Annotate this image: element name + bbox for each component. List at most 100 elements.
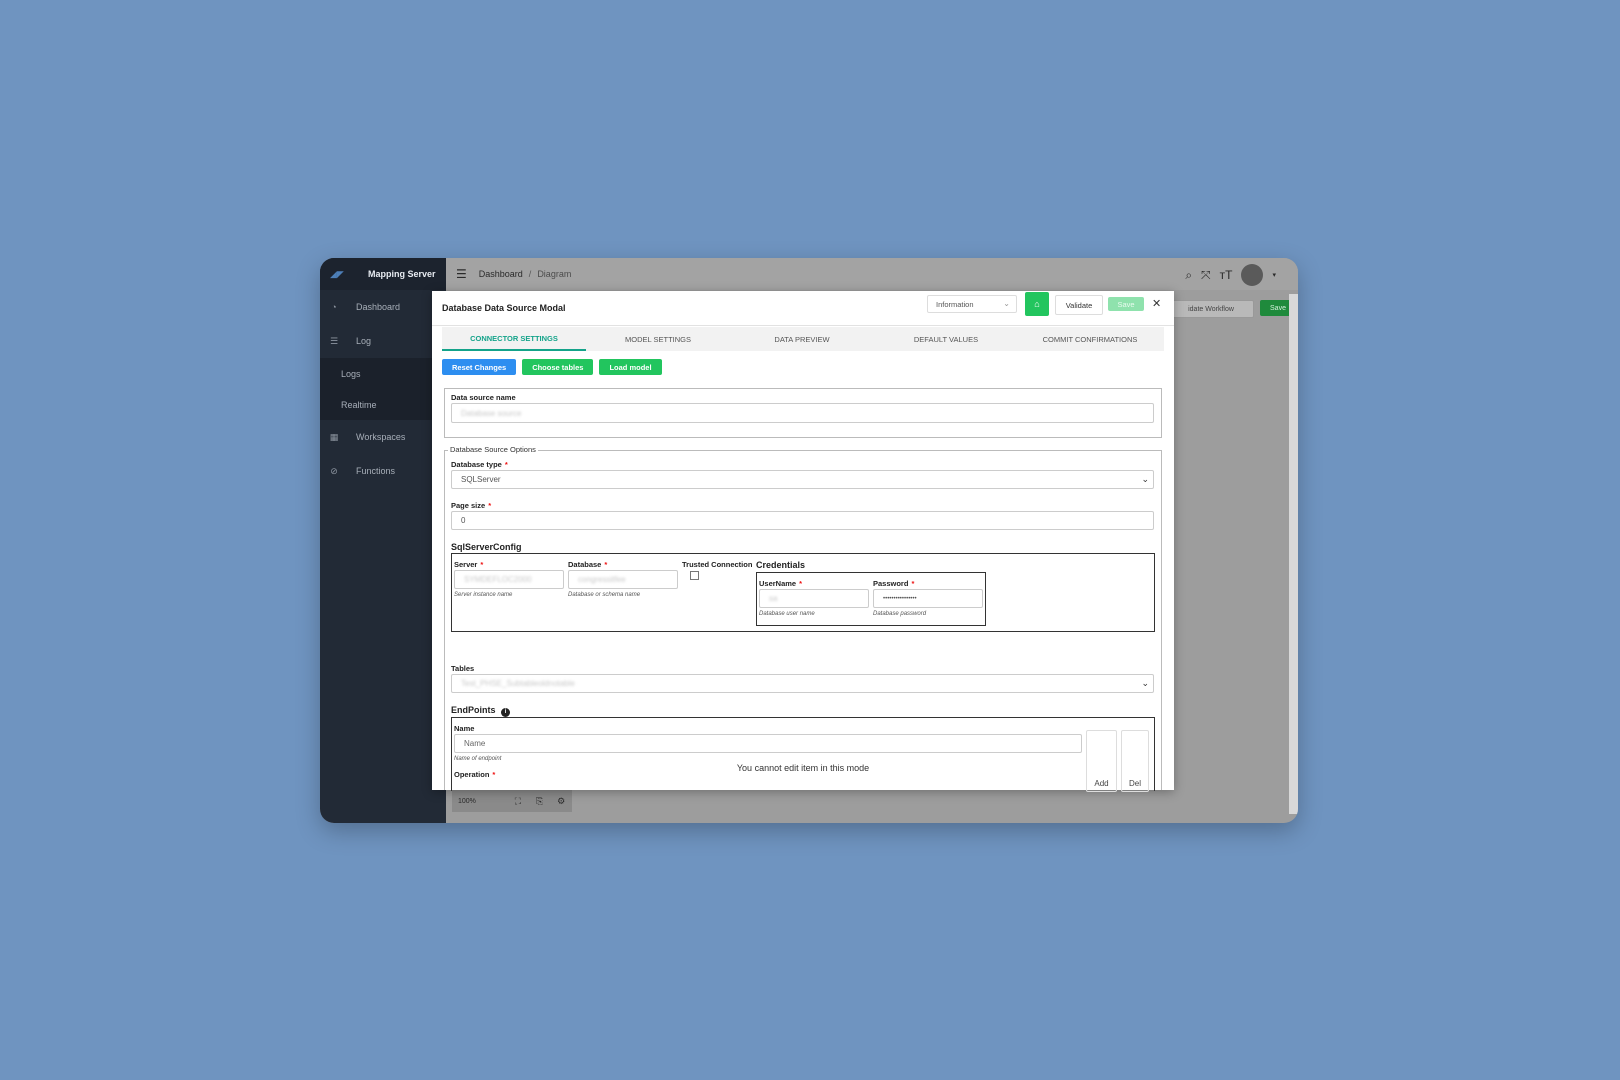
credentials-box: UserName * sa Database user name Password… xyxy=(756,572,986,626)
server-input[interactable]: SYMDEFLOC2000 xyxy=(454,570,564,589)
topbar-icons: ⌕ ⤧ ᴛT ▾ xyxy=(1185,264,1276,286)
sqlserver-config-title: SqlServerConfig xyxy=(451,542,522,552)
export-icon[interactable]: ⎘ xyxy=(529,796,551,807)
page-size-value: 0 xyxy=(461,516,466,525)
database-type-select[interactable]: SQLServer ⌄ xyxy=(451,470,1154,489)
server-label: Server * xyxy=(454,560,484,569)
sidebar-item-logs[interactable]: Logs xyxy=(320,358,446,389)
username-input[interactable]: sa xyxy=(759,589,869,608)
load-model-button[interactable]: Load model xyxy=(599,359,662,375)
username-label: UserName * xyxy=(759,579,803,588)
brand-name: Mapping Server xyxy=(368,269,436,279)
log-level-select[interactable]: Information ⌄ xyxy=(927,295,1017,313)
page-size-label: Page size * xyxy=(451,501,492,510)
validate-workflow-button[interactable]: idate Workflow xyxy=(1168,300,1254,318)
sqlserver-config-box: Server * SYMDEFLOC2000 Server instance na… xyxy=(451,553,1155,632)
endpoint-name-hint: Name of endpoint xyxy=(454,756,502,762)
text-size-icon[interactable]: ᴛT xyxy=(1220,268,1233,282)
add-endpoint-button[interactable]: Add xyxy=(1086,730,1117,792)
fullscreen-icon[interactable]: ⤧ xyxy=(1201,268,1211,283)
database-source-options: Database Source Options Database type * S… xyxy=(444,445,1162,792)
menu-icon[interactable]: ☰ xyxy=(456,267,467,281)
fit-screen-icon[interactable]: ⛶ xyxy=(507,796,529,807)
breadcrumb-dashboard[interactable]: Dashboard xyxy=(479,269,523,279)
endpoint-name-label: Name xyxy=(454,724,475,733)
zoom-level[interactable]: 100% xyxy=(452,798,507,805)
modal-title: Database Data Source Modal xyxy=(442,303,566,313)
chevron-down-icon: ⌄ xyxy=(1141,678,1149,688)
modal-tabs: CONNECTOR SETTINGS MODEL SETTINGS DATA P… xyxy=(442,327,1164,351)
username-value: sa xyxy=(769,594,778,603)
trusted-connection-checkbox[interactable] xyxy=(690,571,699,580)
sidebar-item-realtime[interactable]: Realtime xyxy=(320,389,446,420)
brand: ◢◤ Mapping Server xyxy=(320,258,446,290)
database-type-value: SQLServer xyxy=(461,475,501,484)
readonly-notice: You cannot edit item in this mode xyxy=(736,763,870,773)
modal-header: Database Data Source Modal Information ⌄… xyxy=(432,291,1174,326)
sidebar-item-workspaces[interactable]: ▦ Workspaces xyxy=(320,420,446,454)
grid-icon: ▦ xyxy=(329,431,339,442)
reset-changes-button[interactable]: Reset Changes xyxy=(442,359,517,375)
close-icon[interactable]: ✕ xyxy=(1152,297,1161,310)
tab-default-values[interactable]: DEFAULT VALUES xyxy=(874,327,1018,351)
info-icon[interactable]: i xyxy=(501,708,511,717)
endpoint-name-placeholder: Name xyxy=(464,739,486,748)
tables-value: Test_PHSE_Subtableoldnotable xyxy=(461,679,575,688)
password-hint: Database password xyxy=(873,611,927,617)
dashboard-icon: ◔ xyxy=(331,302,337,312)
tables-label: Tables xyxy=(451,664,475,673)
tab-data-preview[interactable]: DATA PREVIEW xyxy=(730,327,874,351)
zoom-toolbar: 100% ⛶ ⎘ ⚙ xyxy=(452,790,572,812)
sidebar-item-dashboard[interactable]: ◔ Dashboard xyxy=(320,290,446,324)
save-button[interactable]: Save xyxy=(1108,297,1144,311)
breadcrumb-separator: / xyxy=(528,269,532,279)
chevron-down-icon: ⌄ xyxy=(1141,474,1149,484)
chevron-down-icon: ⌄ xyxy=(1003,299,1010,308)
trusted-connection-label: Trusted Connection xyxy=(682,560,753,569)
function-icon: ⊘ xyxy=(330,465,338,476)
validate-button[interactable]: Validate xyxy=(1055,295,1103,315)
breadcrumb-diagram: Diagram xyxy=(537,269,572,279)
database-value: congressitfee xyxy=(578,575,626,584)
database-input[interactable]: congressitfee xyxy=(568,570,678,589)
topbar: ☰ Dashboard / Diagram ⌕ ⤧ ᴛT ▾ xyxy=(446,258,1298,290)
datasource-name-value: Database source xyxy=(461,408,522,418)
scrollbar[interactable] xyxy=(1289,294,1298,814)
sidebar-item-label: Log xyxy=(356,336,372,346)
datasource-name-input[interactable]: Database source xyxy=(451,403,1154,423)
tab-commit-confirmations[interactable]: COMMIT CONFIRMATIONS xyxy=(1018,327,1162,351)
password-value: •••••••••••••••• xyxy=(883,595,917,602)
sidebar-item-label: Dashboard xyxy=(356,302,401,312)
datasource-name-label: Data source name xyxy=(451,393,516,402)
password-input[interactable]: •••••••••••••••• xyxy=(873,589,983,608)
tab-model-settings[interactable]: MODEL SETTINGS xyxy=(586,327,730,351)
search-icon[interactable]: ⌕ xyxy=(1185,268,1192,283)
gear-icon[interactable]: ⚙ xyxy=(550,796,572,807)
logo-icon: ◢◤ xyxy=(330,269,344,279)
sidebar-item-functions[interactable]: ⊘ Functions xyxy=(320,454,446,488)
sidebar-item-label: Functions xyxy=(356,466,396,476)
datasource-name-box: Data source name Database source xyxy=(444,388,1162,438)
choose-tables-button[interactable]: Choose tables xyxy=(522,359,594,375)
username-hint: Database user name xyxy=(759,611,815,617)
home-button[interactable]: ⌂ xyxy=(1025,292,1049,316)
tab-connector-settings[interactable]: CONNECTOR SETTINGS xyxy=(442,327,586,351)
avatar-icon[interactable] xyxy=(1241,264,1264,286)
server-hint: Server instance name xyxy=(454,592,513,598)
password-label: Password * xyxy=(873,579,915,588)
database-hint: Database or schema name xyxy=(568,592,641,598)
sidebar: ◢◤ Mapping Server ◔ Dashboard ☰ Log Logs… xyxy=(320,258,446,823)
sidebar-item-log[interactable]: ☰ Log xyxy=(320,324,446,358)
endpoints-box: Name Name Name of endpoint Operation * Ad… xyxy=(451,717,1155,792)
endpoints-title: EndPoints i xyxy=(451,705,511,717)
list-icon: ☰ xyxy=(329,335,339,346)
sidebar-item-label: Workspaces xyxy=(356,432,406,442)
page-size-input[interactable]: 0 xyxy=(451,511,1154,530)
server-value: SYMDEFLOC2000 xyxy=(464,575,532,584)
sidebar-submenu-log: Logs Realtime xyxy=(320,358,446,420)
chevron-down-icon[interactable]: ▾ xyxy=(1272,271,1276,279)
endpoint-name-input[interactable]: Name xyxy=(454,734,1082,753)
delete-endpoint-button[interactable]: Del xyxy=(1121,730,1149,792)
database-type-label: Database type * xyxy=(451,460,508,469)
tables-select[interactable]: Test_PHSE_Subtableoldnotable ⌄ xyxy=(451,674,1154,693)
